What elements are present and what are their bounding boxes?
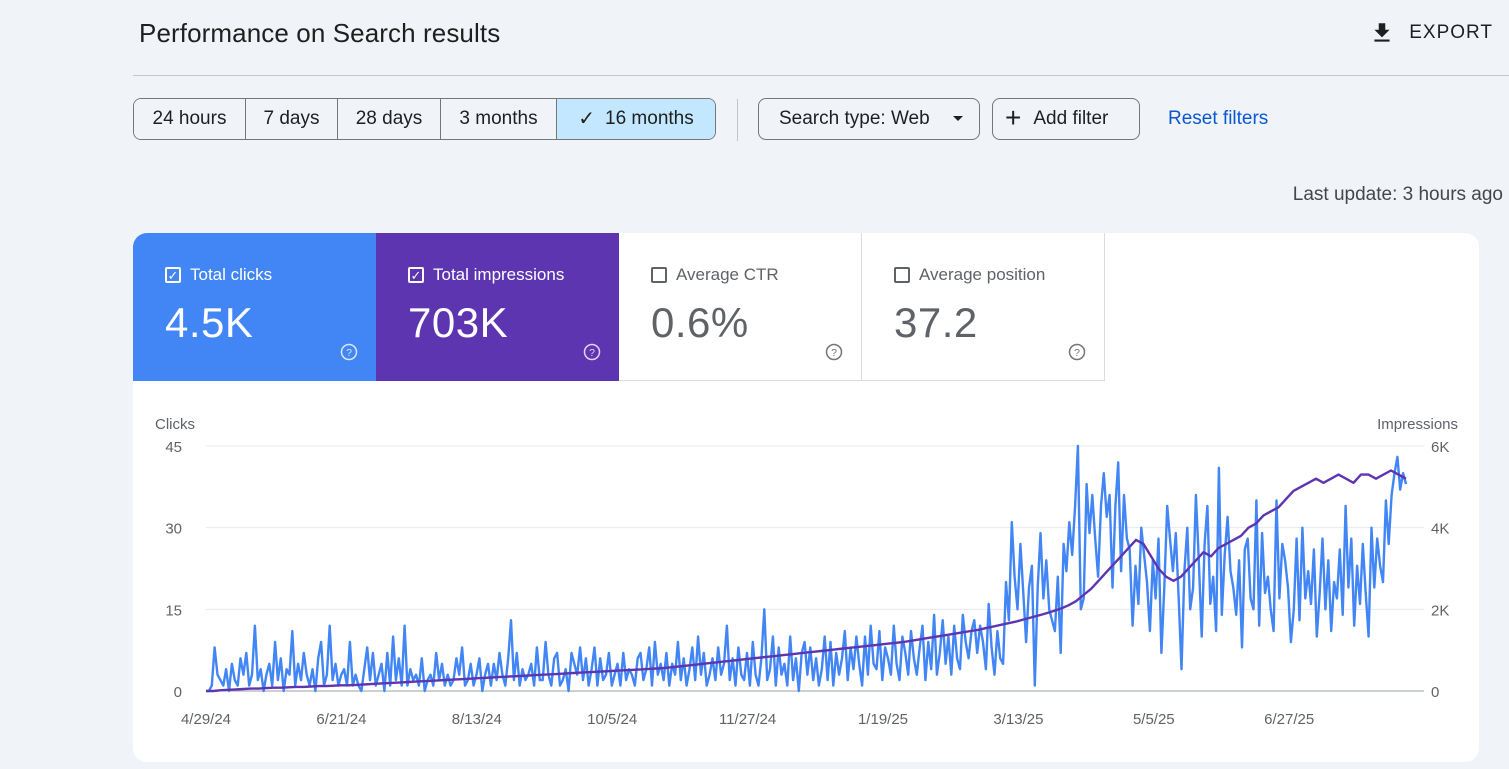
search-type-label: Search type: Web (779, 108, 930, 129)
range-28-days[interactable]: 28 days (338, 99, 441, 139)
page-title: Performance on Search results (139, 18, 501, 48)
dropdown-arrow-icon (953, 116, 963, 121)
filter-separator (737, 99, 738, 141)
add-filter-label: Add filter (1033, 108, 1109, 129)
x-tick-label: 11/27/24 (719, 711, 776, 728)
checkbox-checked-icon[interactable]: ✓ (408, 267, 424, 283)
date-range-selector: 24 hours 7 days 28 days 3 months ✓ 16 mo… (133, 98, 716, 140)
x-tick-label: 8/13/24 (452, 711, 502, 728)
check-icon: ✓ (578, 108, 596, 130)
x-tick-label: 5/5/25 (1133, 711, 1175, 728)
x-tick-label: 3/13/25 (993, 711, 1043, 728)
range-label: 3 months (459, 108, 538, 129)
metric-value: 703K (408, 299, 509, 346)
search-type-dropdown[interactable]: Search type: Web (758, 98, 980, 140)
x-tick-label: 10/5/24 (587, 711, 637, 728)
metric-value: 0.6% (651, 299, 749, 346)
x-tick-label: 1/19/25 (858, 711, 908, 728)
checkbox-unchecked-icon[interactable] (894, 267, 910, 283)
clicks-series-line (206, 444, 1408, 693)
range-label: 24 hours (152, 108, 227, 129)
header-divider (133, 75, 1509, 76)
svg-text:?: ? (589, 347, 595, 359)
y-left-tick-label: 0 (174, 684, 182, 701)
reset-filters-link[interactable]: Reset filters (1168, 108, 1268, 130)
y-right-tick-label: 2K (1431, 602, 1449, 619)
svg-text:?: ? (1074, 347, 1080, 359)
y-right-tick-label: 6K (1431, 439, 1449, 456)
metric-label: Total impressions (433, 265, 565, 284)
add-filter-button[interactable]: + Add filter (992, 98, 1140, 140)
x-tick-label: 4/29/24 (181, 711, 231, 728)
x-tick-label: 6/21/24 (316, 711, 366, 728)
range-label: 7 days (263, 108, 320, 129)
svg-text:?: ? (831, 347, 837, 359)
x-tick-label: 6/27/25 (1264, 711, 1314, 728)
help-icon[interactable]: ? (340, 343, 358, 361)
checkbox-unchecked-icon[interactable] (651, 267, 667, 283)
range-label: 16 months (605, 108, 694, 129)
y-left-tick-label: 15 (165, 602, 182, 619)
checkbox-checked-icon[interactable]: ✓ (165, 267, 181, 283)
metric-total-impressions[interactable]: ✓ Total impressions 703K ? (376, 233, 619, 381)
y-left-tick-label: 30 (165, 521, 182, 538)
metric-value: 4.5K (165, 299, 254, 346)
svg-text:?: ? (346, 347, 352, 359)
metric-label: Total clicks (190, 265, 273, 284)
help-icon[interactable]: ? (825, 343, 843, 361)
download-icon (1374, 23, 1390, 42)
range-7-days[interactable]: 7 days (246, 99, 338, 139)
export-label: EXPORT (1409, 22, 1493, 43)
metric-value: 37.2 (894, 299, 978, 346)
y-right-tick-label: 0 (1431, 684, 1439, 701)
performance-chart[interactable]: 0 0 15 2K 30 4K 45 6K Clicks Impressions 4/29/24 6/… (133, 403, 1479, 762)
y-right-axis-label: Impressions (1377, 416, 1458, 433)
metric-label: Average position (919, 265, 1046, 284)
metric-average-position[interactable]: Average position 37.2 ? (862, 233, 1105, 381)
help-icon[interactable]: ? (583, 343, 601, 361)
metric-total-clicks[interactable]: ✓ Total clicks 4.5K ? (133, 233, 376, 381)
y-left-tick-label: 45 (165, 439, 182, 456)
help-icon[interactable]: ? (1068, 343, 1086, 361)
range-16-months[interactable]: ✓ 16 months (557, 99, 715, 139)
metric-average-ctr[interactable]: Average CTR 0.6% ? (619, 233, 862, 381)
plus-icon: + (1005, 102, 1022, 133)
range-24-hours[interactable]: 24 hours (134, 99, 246, 139)
y-left-axis-label: Clicks (155, 416, 195, 433)
last-update-text: Last update: 3 hours ago (1292, 184, 1503, 205)
range-label: 28 days (355, 108, 423, 129)
range-3-months[interactable]: 3 months (441, 99, 557, 139)
performance-card: ✓ Total clicks 4.5K ? ✓ Total impressions … (133, 233, 1479, 762)
y-right-tick-label: 4K (1431, 521, 1449, 538)
metric-label: Average CTR (676, 265, 779, 284)
export-button[interactable]: EXPORT (1369, 18, 1493, 48)
